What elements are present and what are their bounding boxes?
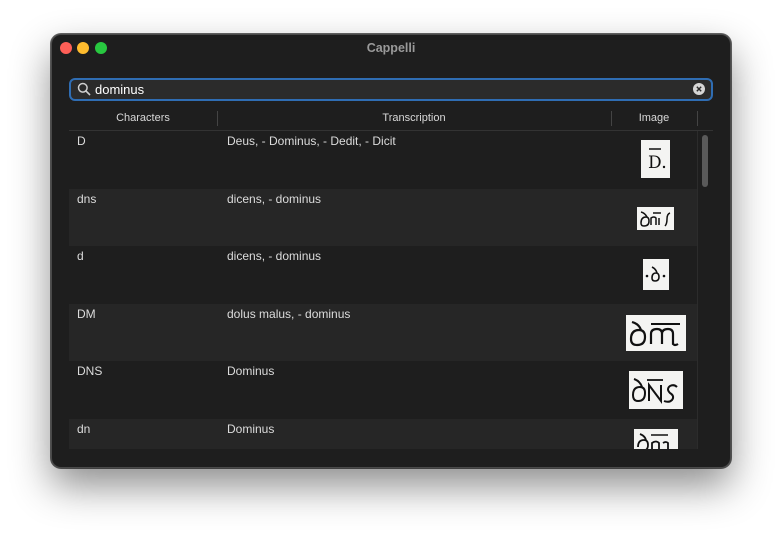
svg-text:D: D — [648, 153, 662, 173]
search-field[interactable] — [69, 78, 713, 101]
characters-cell: dns — [77, 191, 97, 206]
transcription-cell: Dominus — [227, 364, 275, 379]
abbreviation-image — [629, 371, 683, 410]
table-row[interactable]: dn Dominus — [69, 418, 697, 449]
transcription-cell: Dominus — [227, 421, 275, 436]
transcription-cell: dolus malus, - dominus — [227, 306, 351, 321]
window-title: Cappelli — [366, 41, 416, 55]
search-input[interactable] — [95, 80, 685, 99]
table-row[interactable]: DM dolus malus, - dominus — [69, 303, 697, 362]
magnifying-glass-icon — [77, 82, 91, 96]
characters-cell: D — [77, 134, 86, 148]
abbreviation-image: D — [641, 140, 670, 178]
transcription-cell: Deus, - Dominus, - Dedit, - Dicit — [227, 134, 396, 148]
column-header-image[interactable]: Image — [611, 112, 697, 124]
vertical-scrollbar[interactable] — [697, 131, 713, 449]
characters-cell: dn — [77, 421, 91, 436]
results-table: Characters Transcription Image D Deus, -… — [69, 107, 713, 449]
scrollbar-thumb[interactable] — [702, 135, 708, 187]
abbreviation-image — [626, 314, 686, 351]
transcription-cell: dicens, - dominus — [227, 249, 322, 264]
titlebar[interactable]: Cappelli — [52, 35, 730, 61]
table-header: Characters Transcription Image — [69, 107, 713, 131]
column-header-characters[interactable]: Characters — [69, 112, 217, 124]
column-divider[interactable] — [697, 111, 698, 126]
app-window: Cappelli Characters Transcription Image … — [51, 34, 731, 468]
characters-cell: DNS — [77, 364, 103, 379]
table-row[interactable]: D Deus, - Dominus, - Dedit, - Dicit D — [69, 131, 697, 189]
table-row[interactable]: dns dicens, - dominus — [69, 188, 697, 247]
table-row[interactable]: DNS Dominus — [69, 361, 697, 419]
table-row[interactable]: d dicens, - dominus — [69, 246, 697, 304]
characters-cell: d — [77, 249, 84, 264]
abbreviation-image — [643, 259, 669, 291]
transcription-cell: dicens, - dominus — [227, 191, 322, 206]
column-header-transcription[interactable]: Transcription — [217, 112, 611, 124]
abbreviation-image — [637, 206, 674, 230]
abbreviation-image — [634, 428, 678, 449]
table-body: D Deus, - Dominus, - Dedit, - Dicit D dn… — [69, 131, 697, 449]
characters-cell: DM — [77, 306, 96, 321]
clear-search-icon[interactable] — [693, 83, 705, 95]
